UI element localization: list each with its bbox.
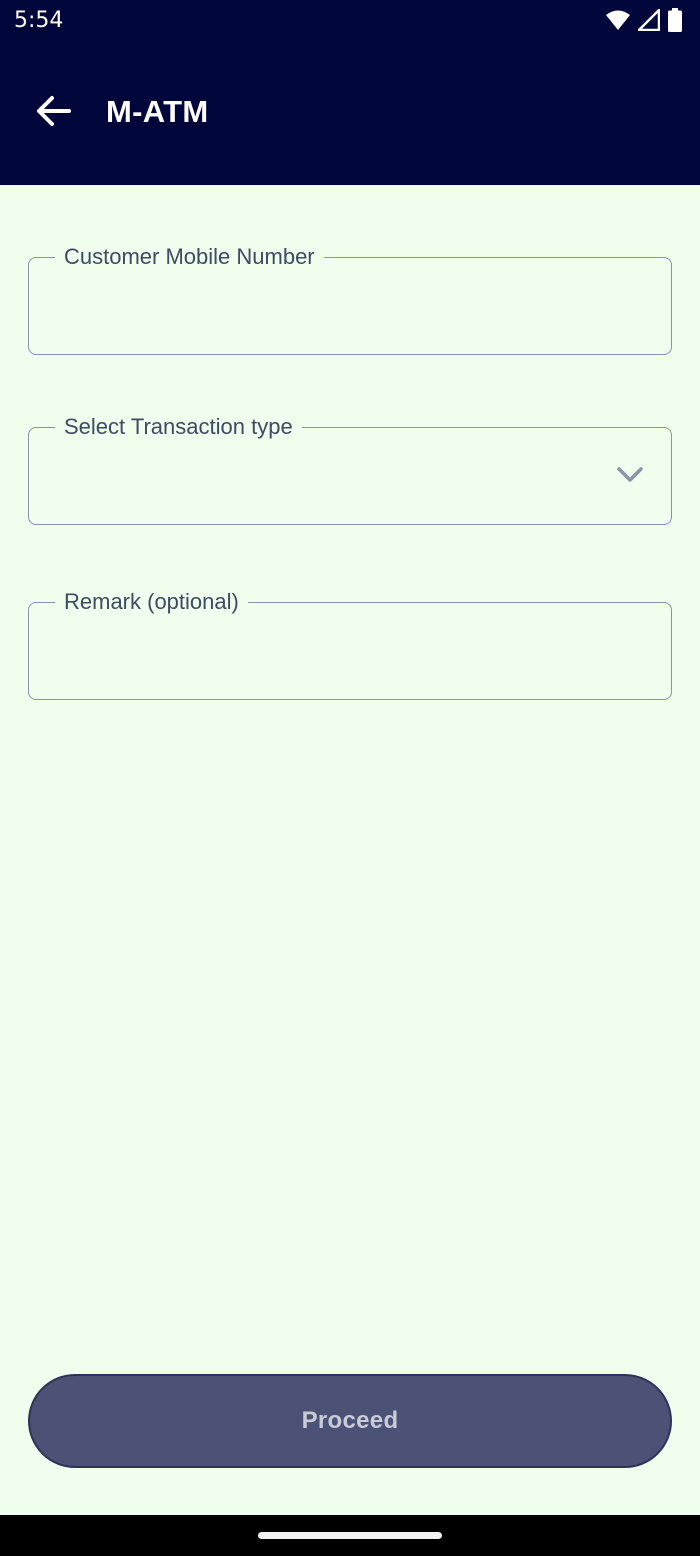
battery-icon xyxy=(668,8,682,37)
back-button[interactable] xyxy=(22,82,84,144)
app-bar: M-ATM xyxy=(0,42,700,185)
status-time: 5:54 xyxy=(14,8,64,33)
status-bar: 5:54 xyxy=(0,0,700,42)
home-indicator[interactable] xyxy=(258,1532,442,1539)
wifi-icon xyxy=(606,9,630,36)
transaction-type-label: Select Transaction type xyxy=(55,412,302,442)
proceed-label: Proceed xyxy=(301,1407,399,1434)
arrow-left-icon xyxy=(35,95,71,132)
remark-label: Remark (optional) xyxy=(55,587,248,617)
cell-signal-icon xyxy=(637,8,661,36)
page-title: M-ATM xyxy=(106,94,209,129)
system-navigation-bar xyxy=(0,1515,700,1556)
customer-mobile-number-field[interactable]: Customer Mobile Number xyxy=(28,242,672,355)
status-icons xyxy=(606,8,682,37)
chevron-down-icon[interactable] xyxy=(615,464,645,486)
customer-mobile-number-input[interactable] xyxy=(49,286,651,326)
remark-input[interactable] xyxy=(49,631,651,671)
customer-mobile-number-label: Customer Mobile Number xyxy=(55,242,324,272)
remark-field[interactable]: Remark (optional) xyxy=(28,587,672,700)
proceed-button[interactable]: Proceed xyxy=(28,1374,672,1468)
m-atm-screen: 5:54 M-ATM Customer Mobile Number Select… xyxy=(0,0,700,1556)
transaction-type-dropdown[interactable]: Select Transaction type xyxy=(28,412,672,525)
transaction-type-value xyxy=(49,456,651,496)
